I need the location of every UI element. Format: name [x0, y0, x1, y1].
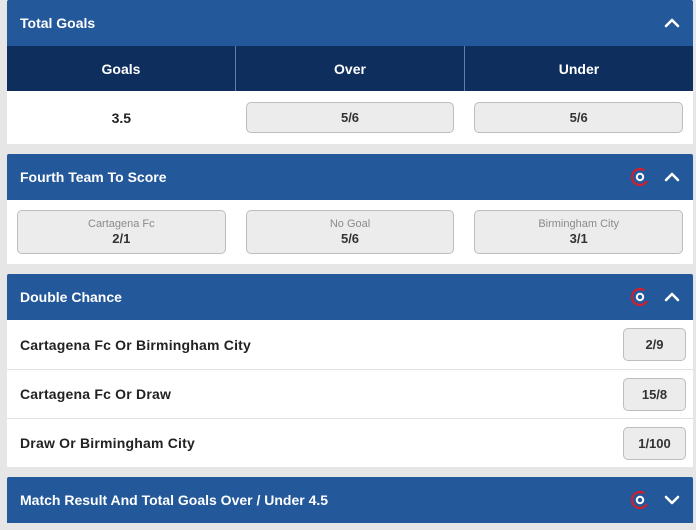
- goals-line-value: 3.5: [111, 109, 132, 126]
- selection-label: Cartagena Fc Or Birmingham City: [20, 336, 252, 353]
- market-title: Double Chance: [20, 289, 122, 305]
- chevron-up-icon[interactable]: [664, 169, 680, 185]
- total-goals-market: Total Goals Goals Over Under 3.5 5/6 5/6: [7, 0, 693, 144]
- fourth-team-to-score-market: Fourth Team To Score Cartagena Fc 2/1 No…: [7, 154, 693, 264]
- chevron-up-icon[interactable]: [664, 289, 680, 305]
- list-item: Cartagena Fc Or Birmingham City 2/9: [7, 320, 693, 369]
- cashout-icon: [630, 287, 650, 307]
- selection-label: Cartagena Fc Or Draw: [20, 386, 172, 402]
- column-headers: Goals Over Under: [7, 46, 693, 91]
- market-title: Total Goals: [20, 15, 96, 31]
- selection-name: Cartagena Fc: [88, 218, 155, 230]
- odds-button[interactable]: 2/9: [623, 328, 686, 361]
- selection-name: No Goal: [329, 218, 371, 230]
- total-goals-header[interactable]: Total Goals: [7, 0, 693, 46]
- selection-odds: 3/1: [569, 231, 588, 246]
- cashout-icon: [630, 167, 650, 187]
- chevron-down-icon[interactable]: [664, 492, 680, 508]
- selection-button-birmingham[interactable]: Birmingham City 3/1: [474, 210, 684, 254]
- list-item: Cartagena Fc Or Draw 15/8: [7, 369, 693, 418]
- fourth-team-header[interactable]: Fourth Team To Score: [7, 154, 693, 200]
- odds-button[interactable]: 15/8: [623, 377, 686, 411]
- double-chance-header[interactable]: Double Chance: [7, 274, 693, 320]
- match-result-header[interactable]: Match Result And Total Goals Over / Unde…: [7, 477, 693, 523]
- market-title: Match Result And Total Goals Over / Unde…: [20, 492, 329, 508]
- cashout-icon: [630, 490, 650, 510]
- column-header-goals: Goals: [101, 60, 141, 77]
- under-odds-button[interactable]: 5/6: [474, 102, 684, 133]
- list-item: Draw Or Birmingham City 1/100: [7, 418, 693, 467]
- column-header-over: Over: [235, 46, 464, 91]
- selection-name: Birmingham City: [538, 218, 620, 230]
- column-header-under: Under: [464, 46, 693, 91]
- selection-button-cartagena[interactable]: Cartagena Fc 2/1: [17, 210, 226, 254]
- selections-row: Cartagena Fc 2/1 No Goal 5/6 Birmingham …: [7, 200, 693, 264]
- match-result-total-goals-market: Match Result And Total Goals Over / Unde…: [7, 477, 693, 523]
- odds-button[interactable]: 1/100: [623, 426, 686, 460]
- market-title: Fourth Team To Score: [20, 169, 167, 185]
- double-chance-market: Double Chance Cartagena Fc Or Birmingham…: [7, 274, 693, 467]
- selection-odds: 2/1: [112, 231, 131, 246]
- chevron-up-icon[interactable]: [664, 15, 680, 31]
- selection-button-no-goal[interactable]: No Goal 5/6: [245, 210, 455, 254]
- over-odds-button[interactable]: 5/6: [245, 102, 455, 133]
- selection-odds: 5/6: [340, 231, 360, 246]
- selection-label: Draw Or Birmingham City: [20, 435, 195, 451]
- total-goals-row: 3.5 5/6 5/6: [7, 91, 693, 144]
